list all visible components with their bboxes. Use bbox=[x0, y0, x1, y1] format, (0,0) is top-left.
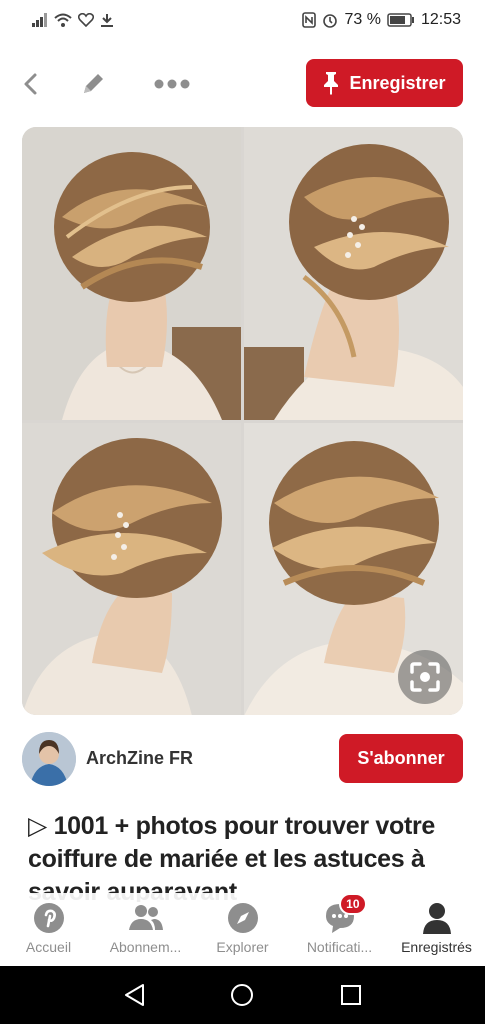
nav-recents-icon[interactable] bbox=[340, 984, 362, 1006]
pin-toolbar: Enregistrer bbox=[0, 56, 485, 112]
alarm-icon bbox=[323, 14, 338, 28]
nav-back-icon[interactable] bbox=[123, 983, 145, 1007]
pencil-icon[interactable] bbox=[73, 64, 113, 104]
more-dots-icon[interactable] bbox=[152, 64, 192, 104]
screen: 73 % 12:53 Enregistrer ArchZine FR S'abo… bbox=[0, 0, 485, 1024]
avatar[interactable] bbox=[22, 732, 76, 786]
nav-home-icon[interactable] bbox=[230, 983, 254, 1007]
wifi-icon bbox=[54, 13, 72, 27]
status-bar: 73 % 12:53 bbox=[0, 0, 485, 40]
android-nav-bar bbox=[0, 966, 485, 1024]
pin-title: ▷ 1001 + photos pour trouver votre coiff… bbox=[28, 812, 436, 902]
nfc-icon bbox=[302, 12, 317, 28]
tab-label: Explorer bbox=[216, 939, 269, 955]
profile-icon bbox=[420, 901, 454, 935]
hairstyle-photo bbox=[22, 423, 241, 715]
battery-percent: 73 % bbox=[344, 11, 381, 28]
chevron-left-icon[interactable] bbox=[12, 64, 52, 104]
tab-label: Notificati... bbox=[306, 939, 373, 955]
compass-icon bbox=[226, 901, 260, 935]
save-button[interactable]: Enregistrer bbox=[306, 59, 463, 107]
pinterest-icon bbox=[32, 901, 66, 935]
tab-label: Enregistrés bbox=[401, 939, 472, 955]
clock: 12:53 bbox=[420, 11, 461, 28]
visual-search-icon[interactable] bbox=[398, 650, 452, 704]
signal-icon bbox=[32, 13, 47, 27]
tab-label: Accueil bbox=[25, 939, 72, 955]
people-icon bbox=[128, 901, 163, 935]
status-left bbox=[32, 13, 114, 27]
author-row: ArchZine FR S'abonner bbox=[22, 732, 463, 788]
download-icon bbox=[101, 14, 113, 27]
bottom-tab-bar: Accueil Abonnem... Explorer 10 Notificat… bbox=[0, 893, 485, 966]
hairstyle-photo bbox=[22, 127, 241, 420]
notification-badge: 10 bbox=[339, 893, 367, 915]
pin-icon bbox=[324, 72, 339, 95]
tab-following[interactable]: Abonnem... bbox=[100, 901, 192, 955]
tab-label: Abonnem... bbox=[109, 939, 182, 955]
follow-button[interactable]: S'abonner bbox=[339, 734, 463, 783]
hairstyle-photo bbox=[244, 127, 463, 420]
tab-saved[interactable]: Enregistrés bbox=[391, 901, 483, 955]
status-right: 73 % 12:53 bbox=[302, 11, 461, 29]
tab-notifications[interactable]: 10 Notificati... bbox=[294, 893, 386, 955]
pin-image[interactable] bbox=[22, 127, 463, 715]
tab-home[interactable]: Accueil bbox=[3, 901, 95, 955]
author-name[interactable]: ArchZine FR bbox=[86, 748, 193, 769]
heart-icon bbox=[78, 13, 94, 27]
chat-bubble-icon: 10 bbox=[323, 893, 367, 935]
battery-icon bbox=[387, 13, 414, 27]
tab-explore[interactable]: Explorer bbox=[197, 901, 289, 955]
save-button-label: Enregistrer bbox=[349, 72, 446, 93]
